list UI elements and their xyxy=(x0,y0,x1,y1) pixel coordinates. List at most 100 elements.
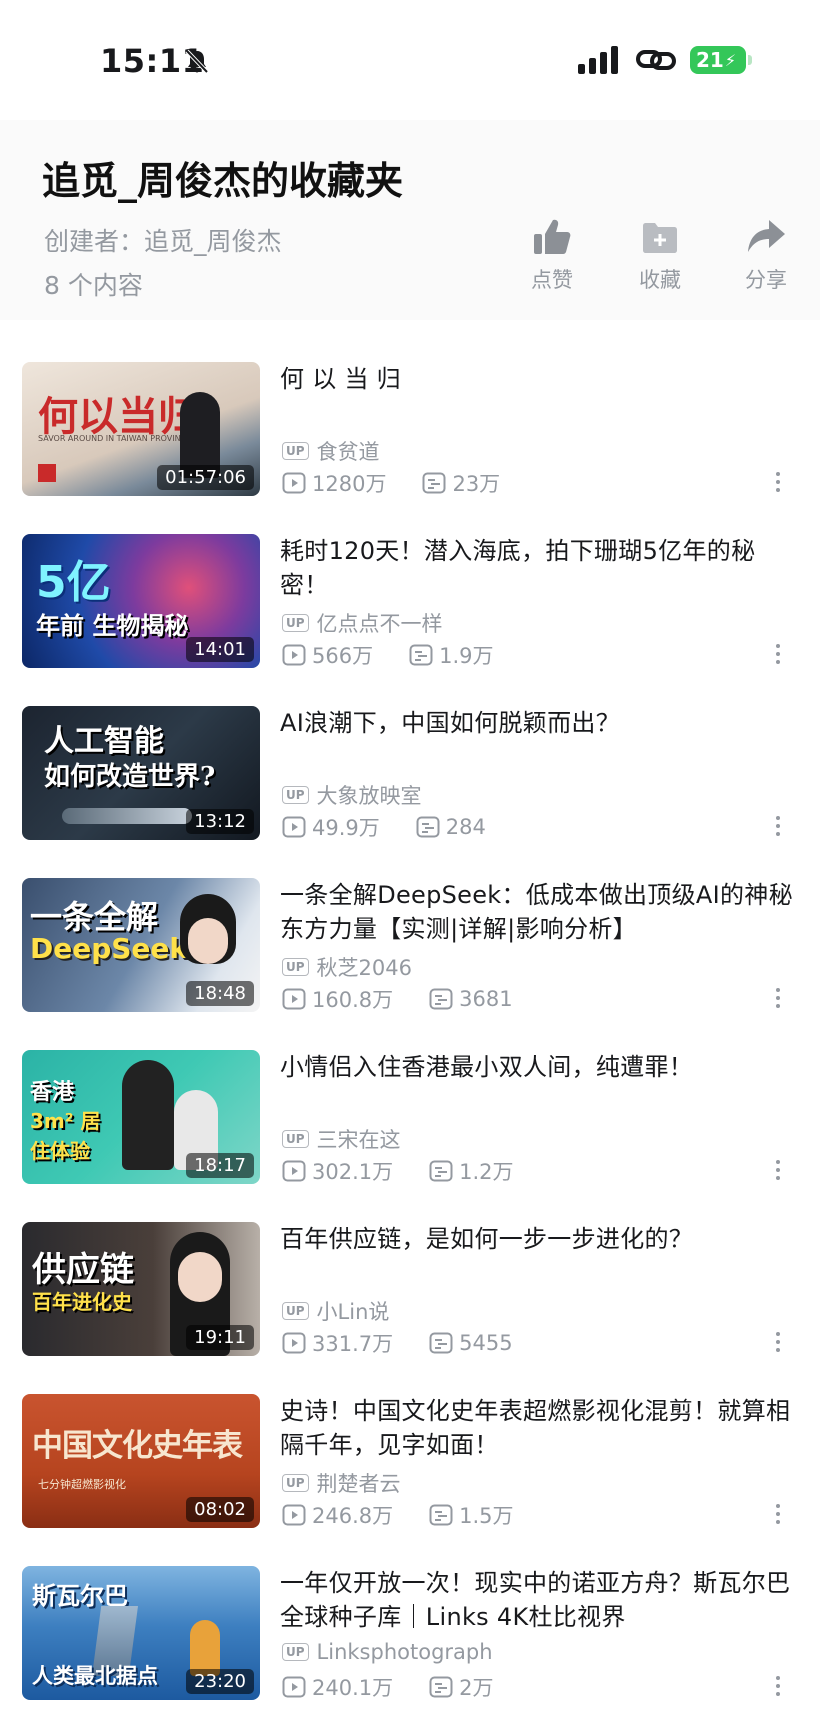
danmaku-count: 5455 xyxy=(429,1331,513,1355)
list-item[interactable]: 一条全解 DeepSeek 18:48 一条全解DeepSeek：低成本做出顶级… xyxy=(0,878,820,1050)
thumbnail-caption: 中国文化史年表 xyxy=(32,1428,243,1464)
robot-hand-graphic xyxy=(62,808,192,824)
danmaku-count-value: 5455 xyxy=(459,1331,513,1355)
uploader-row[interactable]: UP 三宋在这 xyxy=(282,1124,401,1154)
up-badge-icon: UP xyxy=(282,786,309,804)
thumbnail-caption: 5亿 xyxy=(36,557,111,608)
signal-icon xyxy=(578,46,618,74)
view-count: 49.9万 xyxy=(282,812,380,842)
view-count: 160.8万 xyxy=(282,984,393,1014)
more-options-icon[interactable] xyxy=(774,1332,782,1356)
list-item[interactable]: 何以当归 SAVOR AROUND IN TAIWAN PROVINCE 01:… xyxy=(0,362,820,534)
danmaku-count-value: 3681 xyxy=(459,987,513,1011)
more-options-icon[interactable] xyxy=(774,1676,782,1700)
up-badge-icon: UP xyxy=(282,1643,309,1661)
danmaku-count-value: 1.2万 xyxy=(459,1160,514,1184)
view-count: 331.7万 xyxy=(282,1328,393,1358)
uploader-row[interactable]: UP 小Lin说 xyxy=(282,1296,389,1326)
more-options-icon[interactable] xyxy=(774,1160,782,1184)
video-thumbnail[interactable]: 香港 3m² 居住体验 18:17 xyxy=(22,1050,260,1184)
danmaku-icon xyxy=(429,1504,453,1526)
thumbnail-subcaption: SAVOR AROUND IN TAIWAN PROVINCE xyxy=(38,434,192,443)
danmaku-count-value: 2万 xyxy=(459,1676,494,1700)
list-item[interactable]: 5亿 年前 生物揭秘 14:01 耗时120天！潜入海底，拍下珊瑚5亿年的秘密！… xyxy=(0,534,820,706)
view-count: 566万 xyxy=(282,640,373,670)
video-title[interactable]: 史诗！中国文化史年表超燃影视化混剪！就算相隔千年，见字如面！ xyxy=(280,1394,798,1462)
view-count-value: 240.1万 xyxy=(312,1676,394,1700)
video-thumbnail[interactable]: 何以当归 SAVOR AROUND IN TAIWAN PROVINCE 01:… xyxy=(22,362,260,496)
uploader-row[interactable]: UP 秋芝2046 xyxy=(282,952,412,982)
view-count: 246.8万 xyxy=(282,1500,393,1530)
view-count: 302.1万 xyxy=(282,1156,393,1186)
list-item[interactable]: 供应链 百年进化史 19:11 百年供应链，是如何一步一步进化的？ UP 小Lin… xyxy=(0,1222,820,1394)
uploader-row[interactable]: UP 食贫道 xyxy=(282,436,380,466)
list-item[interactable]: 中国文化史年表 七分钟超燃影视化 08:02 史诗！中国文化史年表超燃影视化混剪… xyxy=(0,1394,820,1566)
video-thumbnail[interactable]: 斯瓦尔巴 人类最北据点 23:20 xyxy=(22,1566,260,1700)
uploader-row[interactable]: UP 荆楚者云 xyxy=(282,1468,401,1498)
danmaku-icon xyxy=(429,1332,453,1354)
thumbnail-person xyxy=(122,1060,174,1170)
uploader-name: 大象放映室 xyxy=(316,784,422,808)
thumbnail-subcaption: 如何改造世界? xyxy=(44,762,216,792)
thumbnail-subcaption: 年前 生物揭秘 xyxy=(36,612,189,640)
list-item[interactable]: 香港 3m² 居住体验 18:17 小情侣入住香港最小双人间，纯遭罪！ UP 三宋… xyxy=(0,1050,820,1222)
video-title[interactable]: 百年供应链，是如何一步一步进化的？ xyxy=(280,1222,798,1256)
danmaku-count: 3681 xyxy=(429,987,513,1011)
duration-badge: 19:11 xyxy=(186,1325,254,1350)
thumbnail-caption: 香港 xyxy=(30,1080,75,1105)
more-options-icon[interactable] xyxy=(774,472,782,496)
video-title[interactable]: 一条全解DeepSeek：低成本做出顶级AI的神秘东方力量【实测|详解|影响分析… xyxy=(280,878,798,946)
share-button[interactable]: 分享 xyxy=(726,216,806,294)
duration-badge: 13:12 xyxy=(186,809,254,834)
danmaku-icon xyxy=(409,644,433,666)
thumbnail-subcaption: DeepSeek xyxy=(30,932,189,965)
thumbnail-caption: 斯瓦尔巴 xyxy=(32,1582,128,1610)
video-title[interactable]: AI浪潮下，中国如何脱颖而出？ xyxy=(280,706,798,740)
thumbnail-subcaption: 3m² 居住体验 xyxy=(30,1109,101,1163)
creator-label: 创建者：追觅_周俊杰 xyxy=(44,227,282,256)
uploader-name: 食贫道 xyxy=(316,440,380,464)
thumbs-up-icon xyxy=(534,219,571,254)
view-count-value: 302.1万 xyxy=(312,1160,394,1184)
battery-indicator: 21 ⚡ xyxy=(690,46,752,74)
video-thumbnail[interactable]: 中国文化史年表 七分钟超燃影视化 08:02 xyxy=(22,1394,260,1528)
uploader-name: 小Lin说 xyxy=(316,1300,390,1324)
stats-row: 302.1万 1.2万 xyxy=(282,1156,550,1186)
collect-button[interactable]: 收藏 xyxy=(620,216,700,294)
video-thumbnail[interactable]: 人工智能 如何改造世界? 13:12 xyxy=(22,706,260,840)
stats-row: 566万 1.9万 xyxy=(282,640,530,670)
uploader-name: 亿点点不一样 xyxy=(316,612,443,636)
video-title[interactable]: 耗时120天！潜入海底，拍下珊瑚5亿年的秘密！ xyxy=(280,534,798,602)
uploader-name: 三宋在这 xyxy=(316,1128,401,1152)
more-options-icon[interactable] xyxy=(774,816,782,840)
thumbnail-face xyxy=(188,918,228,964)
uploader-row[interactable]: UP 亿点点不一样 xyxy=(282,608,443,638)
view-count-value: 331.7万 xyxy=(312,1332,394,1356)
video-title[interactable]: 何 以 当 归 xyxy=(280,362,798,396)
view-count-value: 49.9万 xyxy=(312,816,380,840)
more-options-icon[interactable] xyxy=(774,988,782,1012)
video-thumbnail[interactable]: 供应链 百年进化史 19:11 xyxy=(22,1222,260,1356)
danmaku-icon xyxy=(429,988,453,1010)
duration-badge: 14:01 xyxy=(186,637,254,662)
list-item[interactable]: 人工智能 如何改造世界? 13:12 AI浪潮下，中国如何脱颖而出？ UP 大象放… xyxy=(0,706,820,878)
danmaku-count-value: 1.5万 xyxy=(459,1504,514,1528)
video-thumbnail[interactable]: 一条全解 DeepSeek 18:48 xyxy=(22,878,260,1012)
more-options-icon[interactable] xyxy=(774,644,782,668)
uploader-row[interactable]: UP 大象放映室 xyxy=(282,780,422,810)
more-options-icon[interactable] xyxy=(774,1504,782,1528)
uploader-row[interactable]: UP Linksphotograph xyxy=(282,1640,493,1664)
danmaku-icon xyxy=(416,816,440,838)
view-count-value: 246.8万 xyxy=(312,1504,394,1528)
list-item[interactable]: 斯瓦尔巴 人类最北据点 23:20 一年仅开放一次！现实中的诺亚方舟？斯瓦尔巴全… xyxy=(0,1566,820,1720)
video-thumbnail[interactable]: 5亿 年前 生物揭秘 14:01 xyxy=(22,534,260,668)
danmaku-icon xyxy=(422,472,446,494)
play-count-icon xyxy=(282,644,306,666)
like-button[interactable]: 点赞 xyxy=(512,216,592,294)
video-title[interactable]: 一年仅开放一次！现实中的诺亚方舟？斯瓦尔巴全球种子库｜Links 4K杜比视界 xyxy=(280,1566,798,1634)
video-title[interactable]: 小情侣入住香港最小双人间，纯遭罪！ xyxy=(280,1050,798,1084)
uploader-name: 秋芝2046 xyxy=(316,956,412,980)
link-icon xyxy=(636,50,676,70)
danmaku-count: 2万 xyxy=(429,1672,494,1702)
thumbnail-subcaption: 七分钟超燃影视化 xyxy=(38,1478,126,1491)
